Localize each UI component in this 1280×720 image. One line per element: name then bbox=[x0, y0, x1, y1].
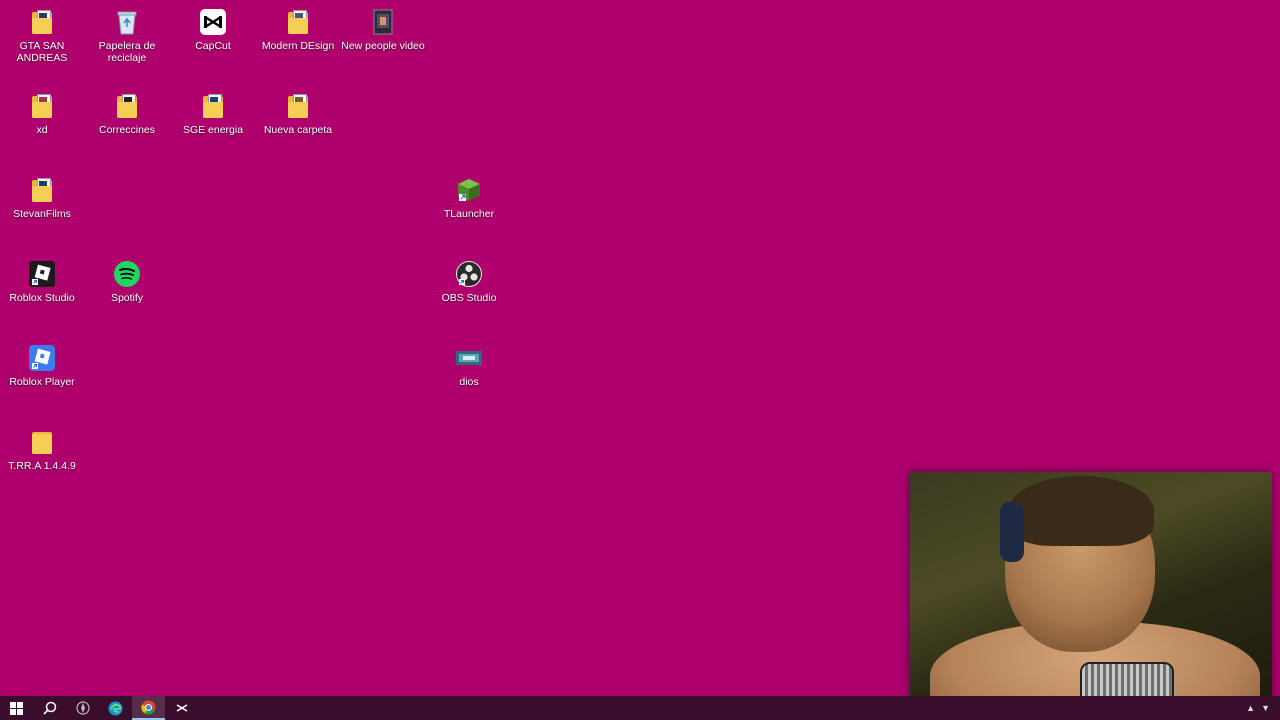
taskbar-edge[interactable] bbox=[99, 696, 132, 720]
start-button[interactable] bbox=[0, 696, 33, 720]
icon-label: OBS Studio bbox=[441, 292, 497, 304]
desktop-icon-capcut[interactable]: CapCut bbox=[171, 2, 255, 52]
icon-label: Roblox Studio bbox=[9, 292, 75, 304]
icon-label: Nueva carpeta bbox=[263, 124, 333, 136]
search-button[interactable] bbox=[33, 696, 66, 720]
video-file-icon bbox=[369, 8, 397, 36]
chrome-icon bbox=[141, 700, 156, 714]
taskbar-app[interactable] bbox=[66, 696, 99, 720]
icon-label: SGE energia bbox=[182, 124, 244, 136]
icon-label: xd bbox=[36, 124, 48, 136]
desktop-icon-trra[interactable]: T.RR.A 1.4.4.9 bbox=[0, 422, 84, 472]
app-icon bbox=[75, 701, 90, 715]
icon-label: New people video bbox=[341, 40, 425, 52]
taskbar: ▲ ▼ bbox=[0, 696, 1280, 720]
webcam-overlay bbox=[910, 472, 1272, 712]
desktop-icon-spotify[interactable]: Spotify bbox=[85, 254, 169, 304]
icon-label: Roblox Player bbox=[9, 376, 75, 388]
folder-icon bbox=[284, 92, 312, 120]
notification-icon[interactable]: ▼ bbox=[1261, 703, 1270, 713]
folder-icon bbox=[28, 176, 56, 204]
taskbar-capcut[interactable] bbox=[165, 696, 198, 720]
system-tray: ▲ ▼ bbox=[1246, 703, 1280, 713]
icon-label: TLauncher bbox=[443, 208, 495, 220]
desktop-icon-xd[interactable]: xd bbox=[0, 86, 84, 136]
icon-label: CapCut bbox=[195, 40, 231, 52]
desktop-icon-gta-san-andreas[interactable]: GTA SAN ANDREAS bbox=[0, 2, 84, 64]
taskbar-chrome[interactable] bbox=[132, 696, 165, 720]
icon-label: T.RR.A 1.4.4.9 bbox=[8, 460, 76, 472]
webcam-person-hair bbox=[1008, 476, 1154, 546]
capcut-icon bbox=[199, 8, 227, 36]
folder-icon bbox=[113, 92, 141, 120]
roblox-studio-icon bbox=[28, 260, 56, 288]
desktop-icon-sge-energia[interactable]: SGE energia bbox=[171, 86, 255, 136]
desktop-icon-nueva-carpeta[interactable]: Nueva carpeta bbox=[256, 86, 340, 136]
folder-icon bbox=[199, 92, 227, 120]
folder-icon bbox=[284, 8, 312, 36]
search-icon bbox=[42, 701, 56, 715]
headset-icon bbox=[1000, 502, 1024, 562]
network-icon[interactable]: ▲ bbox=[1246, 703, 1255, 713]
folder-icon bbox=[28, 428, 56, 456]
desktop-icon-new-people-video[interactable]: New people video bbox=[341, 2, 425, 52]
folder-icon bbox=[28, 8, 56, 36]
folder-icon bbox=[28, 92, 56, 120]
tlauncher-icon bbox=[455, 176, 483, 204]
edge-icon bbox=[108, 701, 123, 715]
desktop-icon-dios[interactable]: dios bbox=[427, 338, 511, 388]
obs-icon bbox=[455, 260, 483, 288]
icon-label: dios bbox=[459, 376, 479, 388]
icon-label: StevanFilms bbox=[13, 208, 71, 220]
recycle-bin-icon bbox=[113, 8, 141, 36]
icon-label: Modern DEsign bbox=[261, 40, 335, 52]
start-icon bbox=[10, 701, 23, 715]
desktop-icon-roblox-player[interactable]: Roblox Player bbox=[0, 338, 84, 388]
desktop-icon-stevanfilms[interactable]: StevanFilms bbox=[0, 170, 84, 220]
roblox-player-icon bbox=[28, 344, 56, 372]
desktop-icon-tlauncher[interactable]: TLauncher bbox=[427, 170, 511, 220]
icon-label: GTA SAN ANDREAS bbox=[16, 40, 68, 64]
desktop-icon-modern-design[interactable]: Modern DEsign bbox=[256, 2, 340, 52]
desktop-icon-obs-studio[interactable]: OBS Studio bbox=[427, 254, 511, 304]
spotify-icon bbox=[113, 260, 141, 288]
desktop-icon-recycle-bin[interactable]: Papelera de reciclaje bbox=[85, 2, 169, 64]
desktop-icon-roblox-studio[interactable]: Roblox Studio bbox=[0, 254, 84, 304]
desktop-icon-correccines[interactable]: Correccines bbox=[85, 86, 169, 136]
image-file-icon bbox=[455, 344, 483, 372]
capcut-icon bbox=[176, 704, 187, 712]
icon-label: Spotify bbox=[110, 292, 144, 304]
icon-label: Papelera de reciclaje bbox=[98, 40, 156, 64]
icon-label: Correccines bbox=[98, 124, 156, 136]
